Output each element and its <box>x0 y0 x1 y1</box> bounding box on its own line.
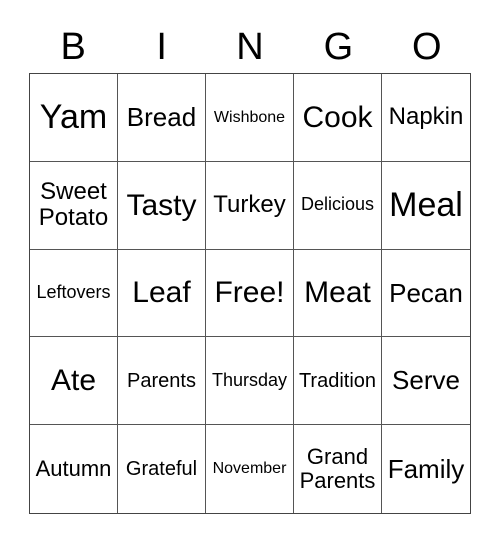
bingo-cell[interactable]: Turkey <box>206 161 294 250</box>
bingo-cell[interactable]: November <box>206 425 294 513</box>
bingo-cell[interactable]: Napkin <box>382 74 470 162</box>
bingo-cell[interactable]: Pecan <box>382 250 470 338</box>
header-letter-n: N <box>236 26 264 68</box>
bingo-cell[interactable]: Grand Parents <box>294 425 382 513</box>
bingo-cell[interactable]: Grateful <box>118 425 206 513</box>
bingo-cell[interactable]: Ate <box>30 337 118 426</box>
bingo-cell[interactable]: Leftovers <box>30 249 118 338</box>
bingo-cell[interactable]: Meal <box>382 162 470 250</box>
bingo-cell[interactable]: Leaf <box>118 249 206 338</box>
bingo-cell[interactable]: Autumn <box>30 425 118 513</box>
bingo-header: B I N G O <box>29 22 471 72</box>
free-space-cell[interactable]: Free! <box>206 249 294 338</box>
header-letter-b: B <box>60 26 86 68</box>
bingo-cell[interactable]: Cook <box>294 74 382 162</box>
header-letter-o: O <box>412 26 442 68</box>
bingo-cell[interactable]: Thursday <box>206 337 294 426</box>
header-letter-i: I <box>156 26 167 68</box>
bingo-cell[interactable]: Serve <box>382 337 470 426</box>
bingo-cell[interactable]: Tasty <box>118 161 206 250</box>
bingo-cell[interactable]: Sweet Potato <box>30 161 118 250</box>
bingo-cell[interactable]: Yam <box>30 74 118 162</box>
bingo-cell[interactable]: Parents <box>118 337 206 426</box>
bingo-cell[interactable]: Family <box>382 425 470 513</box>
bingo-cell[interactable]: Bread <box>118 74 206 162</box>
bingo-cell[interactable]: Delicious <box>294 161 382 250</box>
bingo-grid: Yam Bread Wishbone Cook Napkin Sweet Pot… <box>29 73 471 514</box>
bingo-cell[interactable]: Tradition <box>294 337 382 426</box>
bingo-cell[interactable]: Meat <box>294 249 382 338</box>
bingo-cell[interactable]: Wishbone <box>206 74 294 162</box>
header-letter-g: G <box>323 26 354 68</box>
